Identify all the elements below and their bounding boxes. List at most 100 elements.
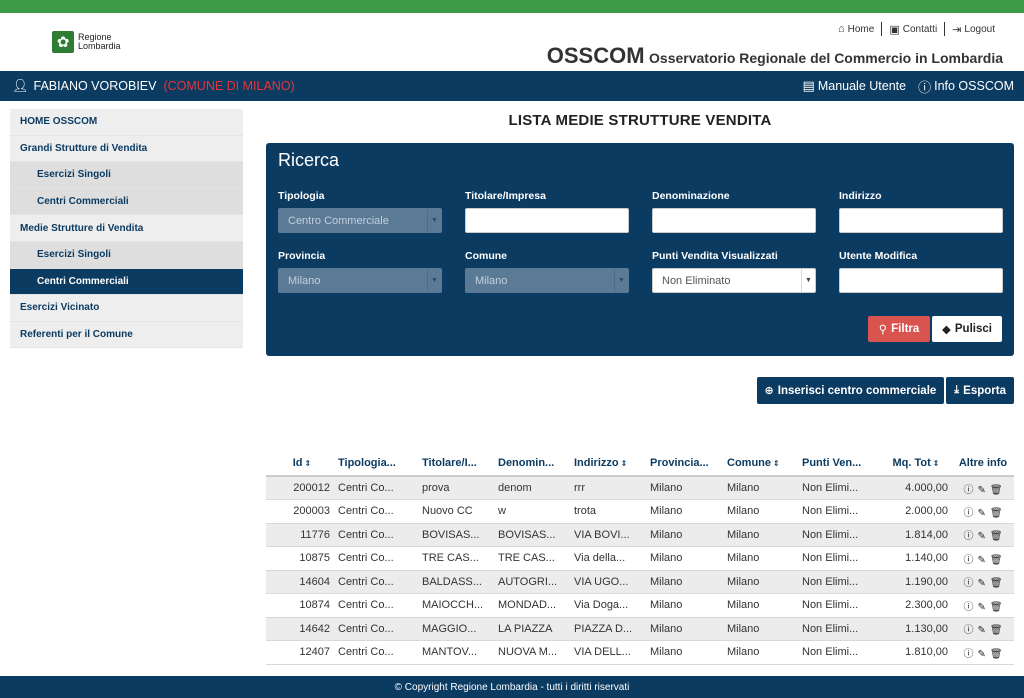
lombardia-rose-icon: ✿ [52, 31, 74, 53]
info-icon[interactable]: ⓘ [963, 504, 973, 519]
utente-modifica-label: Utente Modifica [839, 250, 918, 262]
tipologia-select[interactable]: Centro Commerciale ▼ [278, 208, 442, 233]
provincia-group: Provincia Milano ▼ [278, 250, 442, 293]
id-cell: 10875 [266, 546, 338, 571]
table-row[interactable]: 14642 Centri Co... MAGGIO... LA PIAZZA PIAZZ… [266, 617, 1014, 641]
info-icon[interactable]: ⓘ [963, 598, 973, 613]
denominazione-cell: TRE CAS... [498, 546, 574, 571]
tipologia-cell: Centri Co... [338, 546, 422, 571]
table-row[interactable]: 200003 Centri Co... Nuovo CC w trota Milano Mi… [266, 499, 1014, 524]
utente-modifica-group: Utente Modifica [839, 250, 1003, 293]
col-denominazione[interactable]: Denomin... [498, 451, 574, 477]
sidebar-item-esercizi-vicinato[interactable]: Esercizi Vicinato [10, 295, 243, 322]
sort-icon: ⇕ [773, 459, 780, 468]
denominazione-label: Denominazione [652, 190, 730, 202]
punti-vendita-cell: Non Elimi... [802, 476, 880, 500]
punti-vendita-select[interactable]: Non Eliminato ▼ [652, 268, 816, 293]
info-icon[interactable]: ⓘ [963, 527, 973, 542]
search-icon: ⚲ [878, 324, 888, 336]
id-cell: 10874 [266, 593, 338, 618]
titolare-input[interactable] [465, 208, 629, 233]
punti-vendita-cell: Non Elimi... [802, 546, 880, 571]
trash-icon[interactable]: 🗑︎ [990, 625, 1003, 636]
contatti-link[interactable]: ▣ Contatti [882, 23, 944, 36]
trash-icon[interactable]: 🗑︎ [990, 531, 1003, 542]
sidebar-item-medie-centri-commerciali[interactable]: Centri Commerciali [10, 268, 243, 296]
provincia-cell: Milano [650, 593, 727, 618]
trash-icon[interactable]: 🗑︎ [990, 555, 1003, 566]
provincia-label: Provincia [278, 250, 326, 262]
pulisci-button[interactable]: ◆ Pulisci [932, 316, 1002, 342]
utente-modifica-input[interactable] [839, 268, 1003, 293]
sidebar-item-grandi-strutture[interactable]: Grandi Strutture di Vendita [10, 135, 243, 163]
col-mq-tot[interactable]: Mq. Tot ⇕ [880, 451, 952, 477]
col-id[interactable]: Id ⇕ [266, 451, 338, 477]
info-icon[interactable]: ⓘ [963, 574, 973, 589]
edit-icon[interactable]: ✎ [977, 555, 985, 566]
indirizzo-cell: VIA UGO... [574, 570, 650, 594]
indirizzo-input[interactable] [839, 208, 1003, 233]
sidebar-item-home[interactable]: HOME OSSCOM [10, 109, 243, 136]
sidebar-item-grandi-esercizi-singoli[interactable]: Esercizi Singoli [10, 162, 243, 189]
regione-lombardia-logo[interactable]: ✿ Regione Lombardia [52, 31, 121, 53]
edit-icon[interactable]: ✎ [977, 531, 985, 542]
manuale-utente-link[interactable]: ▤ Manuale Utente [803, 78, 907, 94]
trash-icon[interactable]: 🗑︎ [990, 649, 1003, 660]
row-actions: ⓘ ✎ 🗑︎ [952, 640, 1014, 665]
edit-icon[interactable]: ✎ [977, 508, 985, 519]
info-icon[interactable]: ⓘ [963, 621, 973, 636]
denominazione-cell: LA PIAZZA [498, 617, 574, 641]
sidebar-item-referenti[interactable]: Referenti per il Comune [10, 321, 243, 349]
table-row[interactable]: 10875 Centri Co... TRE CAS... TRE CAS... Via… [266, 546, 1014, 571]
col-comune[interactable]: Comune ⇕ [727, 451, 802, 477]
filtra-button[interactable]: ⚲ Filtra [868, 316, 930, 342]
denominazione-input[interactable] [652, 208, 816, 233]
trash-icon[interactable]: 🗑︎ [990, 485, 1003, 496]
provincia-select[interactable]: Milano ▼ [278, 268, 442, 293]
edit-icon[interactable]: ✎ [977, 485, 985, 496]
comune-select[interactable]: Milano ▼ [465, 268, 629, 293]
edit-icon[interactable]: ✎ [977, 578, 985, 589]
table-row[interactable]: 11776 Centri Co... BOVISAS... BOVISAS... VIA… [266, 523, 1014, 547]
trash-icon[interactable]: 🗑︎ [990, 602, 1003, 613]
edit-icon[interactable]: ✎ [977, 625, 985, 636]
row-actions: ⓘ ✎ 🗑︎ [952, 617, 1014, 641]
edit-icon[interactable]: ✎ [977, 649, 985, 660]
document-icon: ▤ [802, 78, 815, 93]
provincia-cell: Milano [650, 476, 727, 500]
col-tipologia[interactable]: Tipologia... [338, 451, 422, 477]
sidebar-item-medie-esercizi-singoli[interactable]: Esercizi Singoli [10, 241, 243, 269]
info-osscom-link[interactable]: ⓘ Info OSSCOM [918, 77, 1014, 96]
provincia-cell: Milano [650, 570, 727, 594]
table-row[interactable]: 200012 Centri Co... prova denom rrr Milano Mil… [266, 476, 1014, 500]
col-indirizzo[interactable]: Indirizzo ⇕ [574, 451, 650, 477]
home-icon: ⌂ [837, 23, 845, 35]
col-punti-vendita[interactable]: Punti Ven... [802, 451, 880, 477]
indirizzo-cell: Via della... [574, 546, 650, 571]
mq-cell: 1.140,00 [880, 546, 952, 571]
trash-icon[interactable]: 🗑︎ [990, 578, 1003, 589]
esporta-button[interactable]: ⤓ Esporta [946, 377, 1014, 404]
trash-icon[interactable]: 🗑︎ [990, 508, 1003, 519]
titolare-cell: TRE CAS... [422, 546, 498, 571]
edit-icon[interactable]: ✎ [977, 602, 985, 613]
info-icon[interactable]: ⓘ [963, 551, 973, 566]
denominazione-cell: NUOVA M... [498, 640, 574, 665]
sidebar-menu: HOME OSSCOM Grandi Strutture di Vendita … [10, 109, 243, 349]
col-provincia[interactable]: Provincia... [650, 451, 727, 477]
inserisci-centro-commerciale-button[interactable]: ⊕ Inserisci centro commerciale [756, 377, 945, 404]
col-titolare[interactable]: Titolare/I... [422, 451, 498, 477]
table-row[interactable]: 14604 Centri Co... BALDASS... AUTOGRI... VIA… [266, 570, 1014, 594]
indirizzo-cell: VIA DELL... [574, 640, 650, 665]
info-icon[interactable]: ⓘ [963, 645, 973, 660]
home-link[interactable]: ⌂ Home [831, 23, 881, 35]
sidebar-item-medie-strutture[interactable]: Medie Strutture di Vendita [10, 215, 243, 242]
table-row[interactable]: 12407 Centri Co... MANTOV... NUOVA M... VIA … [266, 640, 1014, 665]
sidebar-item-grandi-centri-commerciali[interactable]: Centri Commerciali [10, 188, 243, 216]
table-row[interactable]: 10874 Centri Co... MAIOCCH... MONDAD... Via … [266, 593, 1014, 618]
comune-cell: Milano [727, 546, 802, 571]
tipologia-cell: Centri Co... [338, 570, 422, 594]
logout-link[interactable]: ⇥ Logout [945, 23, 1002, 36]
punti-vendita-cell: Non Elimi... [802, 640, 880, 665]
info-icon[interactable]: ⓘ [963, 481, 973, 496]
